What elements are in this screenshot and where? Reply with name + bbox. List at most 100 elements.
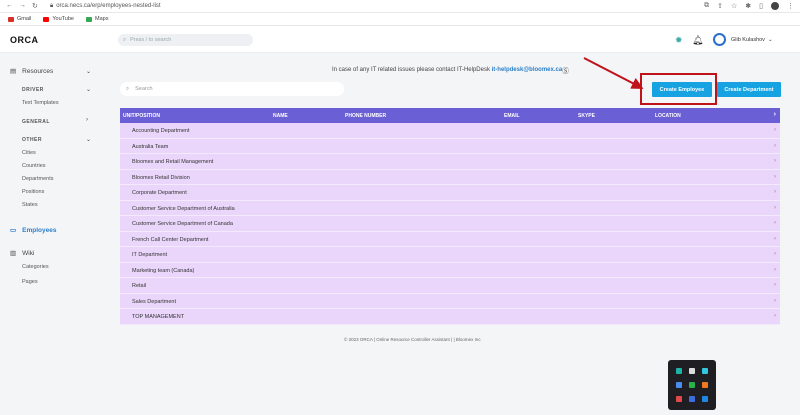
profile-icon[interactable] [771,2,779,10]
chevron-down-icon[interactable]: ⌄ [86,68,91,75]
table-row[interactable]: French Call Center Department › [120,231,780,247]
youtube-icon [43,16,50,22]
sidebar-item-countries[interactable]: Countries [22,163,46,169]
col-unit-position[interactable]: UNIT/POSITION [123,113,160,119]
sidebar-item-resources[interactable]: ▤ Resources [10,67,53,76]
menu-icon[interactable]: ⋮ [787,2,794,10]
share-icon[interactable]: ⇪ [717,2,723,10]
unit-name: Customer Service Department of Australia [132,205,235,212]
bookmark-maps[interactable]: Maps [86,16,108,22]
table-row[interactable]: Corporate Department › [120,185,780,201]
sidebar-item-categories[interactable]: Categories [22,264,49,270]
star-icon[interactable]: ☆ [731,2,737,10]
sidebar-item-label: Employees [22,226,57,234]
user-menu[interactable]: Glib Kulashov ⌄ [731,37,773,43]
employees-icon: ▭ [10,227,17,234]
col-email[interactable]: EMAIL [504,113,520,119]
sidebar-item-cities[interactable]: Cities [22,150,36,156]
sidebar-item-positions[interactable]: Positions [22,189,44,195]
chevron-down-icon: ⌄ [767,37,773,43]
unit-name: Accounting Department [132,128,190,134]
chevron-right-icon[interactable]: › [774,220,776,226]
skype-icon[interactable]: Ⓢ [562,66,569,76]
create-employee-button[interactable]: Create Employee [652,82,712,97]
bell-icon[interactable]: 🔔︎ [692,35,703,46]
annotation-arrow [583,57,644,89]
chevron-right-icon[interactable]: › [774,313,776,319]
tray-app-icon[interactable] [688,396,695,402]
table-row[interactable]: Customer Service Department of Canada › [120,216,780,232]
notice-text: In case of any IT related issues please … [332,67,490,73]
unit-name: Retail [132,283,147,289]
helpdesk-email-link[interactable]: it-helpdesk@bloomex.ca [492,67,563,73]
table-row[interactable]: Accounting Department › [120,123,780,139]
user-avatar-icon[interactable] [713,33,726,46]
table-row[interactable]: Customer Service Department of Australia… [120,200,780,216]
unit-name: French Call Center Department [132,236,209,243]
sidebar-item-text-templates[interactable]: Text Templates [22,100,59,106]
reload-icon[interactable]: ↻ [32,2,38,10]
sidebar-group-other[interactable]: OTHER [22,137,42,143]
address-bar[interactable]: 🔒︎ orca.necs.ca/erp/employees-nested-lis… [50,3,161,10]
chevron-right-icon[interactable]: › [774,143,776,149]
back-icon[interactable]: ← [6,2,13,10]
translate-icon[interactable]: ⧉ [704,2,709,10]
chevron-right-icon[interactable]: › [774,236,776,242]
sidebar-item-wiki[interactable]: ▥ Wiki [10,249,34,258]
extensions-icon[interactable]: ✱ [745,2,751,10]
col-location[interactable]: LOCATION [655,113,681,119]
chevron-right-icon[interactable]: › [774,111,776,118]
theme-sun-icon[interactable]: ✹ [675,35,683,46]
create-department-button[interactable]: Create Department [717,82,781,97]
table-row[interactable]: TOP MANAGEMENT › [120,309,780,325]
sidebar-group-general[interactable]: GENERAL [22,119,50,125]
sidebar-group-driver[interactable]: DRIVER [22,87,44,93]
table-row[interactable]: Bloomex Retail Division › [120,169,780,185]
tray-app-icon[interactable] [702,368,709,374]
search-icon: ⌕ [126,85,130,92]
col-phone-number[interactable]: PHONE NUMBER [345,113,386,119]
bookmark-gmail[interactable]: Gmail [8,16,31,22]
table-row[interactable]: IT Department › [120,247,780,263]
table-row[interactable]: Retail › [120,278,780,294]
tray-volume-icon[interactable] [688,368,695,374]
chevron-right-icon[interactable]: › [774,158,776,164]
table-row[interactable]: Sales Department › [120,293,780,309]
bookmark-youtube[interactable]: YouTube [43,16,74,22]
tray-app-icon[interactable] [688,382,695,388]
user-name: Glib Kulashov [731,37,765,43]
sidebar-item-employees[interactable]: ▭ Employees [10,226,57,235]
chevron-right-icon[interactable]: › [774,127,776,133]
chevron-right-icon[interactable]: › [774,205,776,211]
forward-icon[interactable]: → [19,2,26,10]
table-row[interactable]: Bloomex and Retail Management › [120,154,780,170]
chevron-right-icon[interactable]: › [774,267,776,273]
tray-app-icon[interactable] [675,396,682,402]
unit-name: Sales Department [132,298,177,305]
col-skype[interactable]: SKYPE [578,113,595,119]
table-row[interactable]: Australia Team › [120,138,780,154]
tray-bluetooth-icon[interactable] [702,396,709,402]
chevron-down-icon[interactable]: ⌄ [86,86,91,93]
sidebar-item-departments[interactable]: Departments [22,176,54,182]
chevron-right-icon[interactable]: › [774,298,776,304]
chevron-right-icon[interactable]: › [774,189,776,195]
tray-app-icon[interactable] [702,382,709,388]
unit-name: Australia Team [132,143,169,150]
col-name[interactable]: NAME [273,113,288,119]
global-search-input[interactable]: ⌕ Press / to search [118,34,253,46]
table-row[interactable]: Marketing team (Canada) › [120,262,780,278]
chevron-right-icon[interactable]: › [86,117,88,123]
chevron-right-icon[interactable]: › [774,174,776,180]
tray-app-icon[interactable] [675,368,682,374]
sidebar-item-states[interactable]: States [22,202,38,208]
tray-app-icon[interactable] [675,382,682,388]
orca-logo[interactable]: ORCA [10,35,39,45]
app-header: ORCA ⌕ Press / to search ✹ 🔔︎ Glib Kulas… [0,27,800,53]
sidepanel-icon[interactable]: ▯ [759,2,763,10]
sidebar-item-pages[interactable]: Pages [22,279,38,285]
employee-search-input[interactable]: ⌕ Search [120,82,344,96]
chevron-down-icon[interactable]: ⌄ [86,136,91,143]
chevron-right-icon[interactable]: › [774,251,776,257]
chevron-right-icon[interactable]: › [774,282,776,288]
